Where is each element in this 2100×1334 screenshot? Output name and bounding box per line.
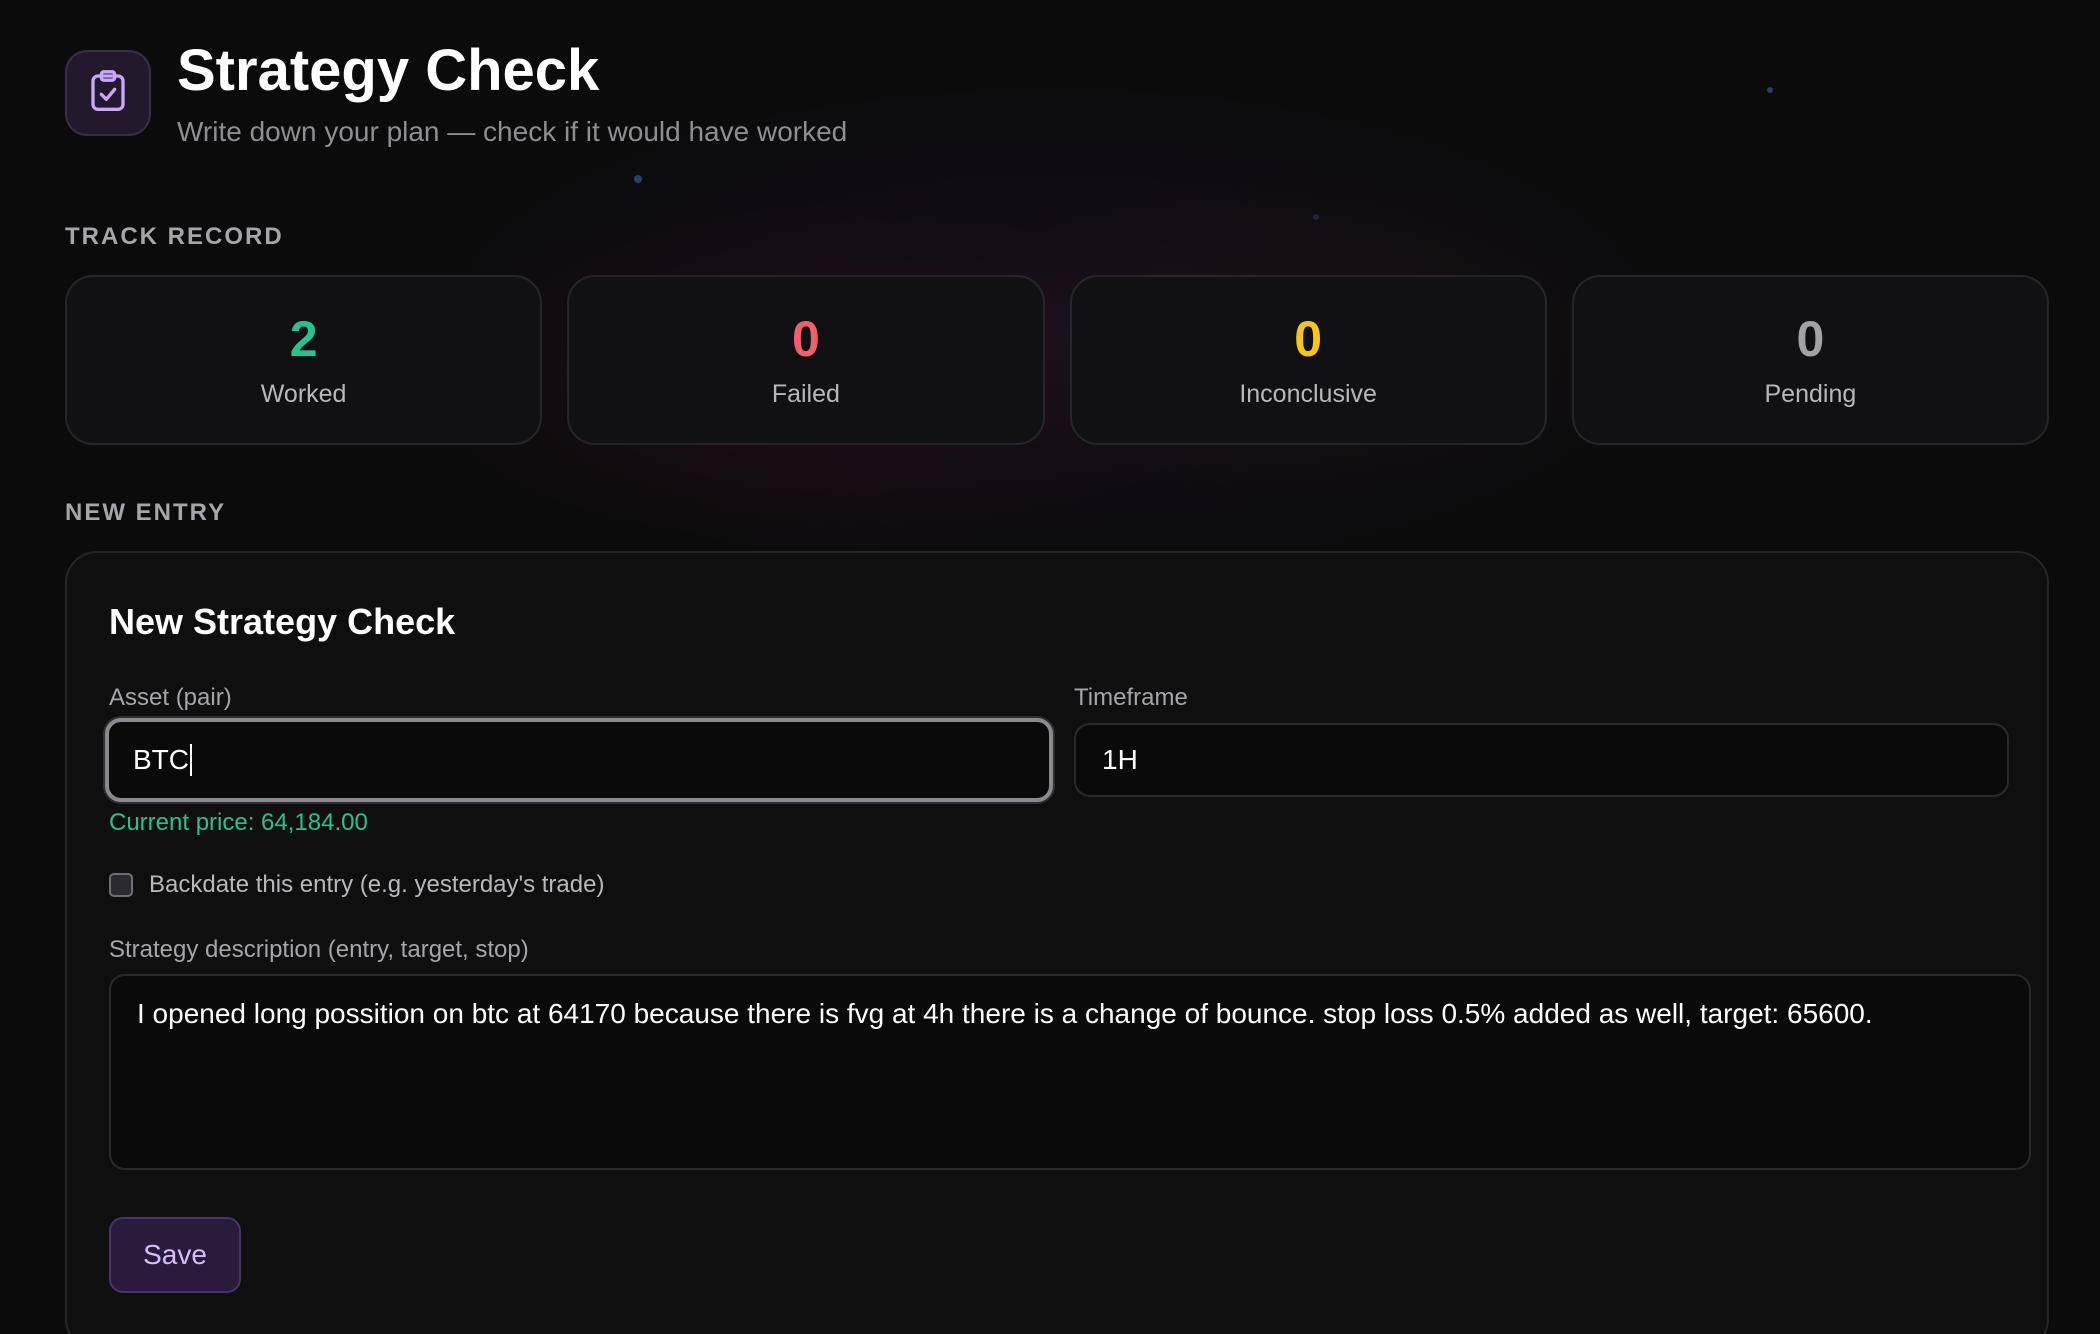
page-title: Strategy Check bbox=[177, 38, 600, 103]
stat-label-failed: Failed bbox=[771, 379, 840, 408]
stat-value-worked: 2 bbox=[289, 310, 318, 367]
timeframe-label: Timeframe bbox=[1074, 684, 1188, 711]
clipboard-check-icon bbox=[88, 69, 128, 118]
stat-card-worked: 2 Worked bbox=[65, 275, 543, 445]
stat-card-inconclusive: 0 Inconclusive bbox=[1069, 275, 1547, 445]
stat-label-inconclusive: Inconclusive bbox=[1239, 379, 1377, 408]
stat-value-pending: 0 bbox=[1796, 310, 1825, 367]
save-button[interactable]: Save bbox=[109, 1217, 241, 1293]
stat-card-failed: 0 Failed bbox=[567, 275, 1045, 445]
backdate-row: Backdate this entry (e.g. yesterday's tr… bbox=[109, 871, 604, 899]
text-caret bbox=[190, 744, 192, 776]
new-entry-heading: NEW ENTRY bbox=[65, 499, 227, 526]
timeframe-input-value: 1H bbox=[1102, 744, 1138, 775]
page-subtitle: Write down your plan — check if it would… bbox=[177, 116, 848, 147]
stat-value-inconclusive: 0 bbox=[1294, 310, 1323, 367]
stat-value-failed: 0 bbox=[791, 310, 820, 367]
page-header: Strategy Check Write down your plan — ch… bbox=[65, 40, 847, 148]
asset-label: Asset (pair) bbox=[109, 684, 232, 711]
form-title: New Strategy Check bbox=[109, 601, 456, 642]
backdate-checkbox[interactable] bbox=[109, 873, 133, 897]
app-logo bbox=[65, 50, 151, 136]
background-dot bbox=[1313, 214, 1319, 220]
strategy-description-textarea[interactable]: I opened long possition on btc at 64170 … bbox=[109, 974, 2031, 1170]
description-label: Strategy description (entry, target, sto… bbox=[109, 936, 529, 963]
asset-input[interactable]: BTC bbox=[105, 718, 1053, 802]
current-price: Current price: 64,184.00 bbox=[109, 809, 368, 836]
timeframe-input[interactable]: 1H bbox=[1074, 723, 2009, 797]
background-dot bbox=[1767, 87, 1773, 93]
stat-label-worked: Worked bbox=[260, 379, 347, 408]
new-entry-form: New Strategy Check Asset (pair) BTC Time… bbox=[65, 551, 2049, 1334]
background-dot bbox=[634, 175, 642, 183]
track-record-stats: 2 Worked 0 Failed 0 Inconclusive 0 Pendi… bbox=[65, 275, 2049, 445]
asset-input-value: BTC bbox=[133, 744, 189, 775]
stat-card-pending: 0 Pending bbox=[1571, 275, 2049, 445]
backdate-label: Backdate this entry (e.g. yesterday's tr… bbox=[149, 871, 605, 898]
track-record-heading: TRACK RECORD bbox=[65, 223, 284, 250]
stat-label-pending: Pending bbox=[1764, 379, 1857, 408]
